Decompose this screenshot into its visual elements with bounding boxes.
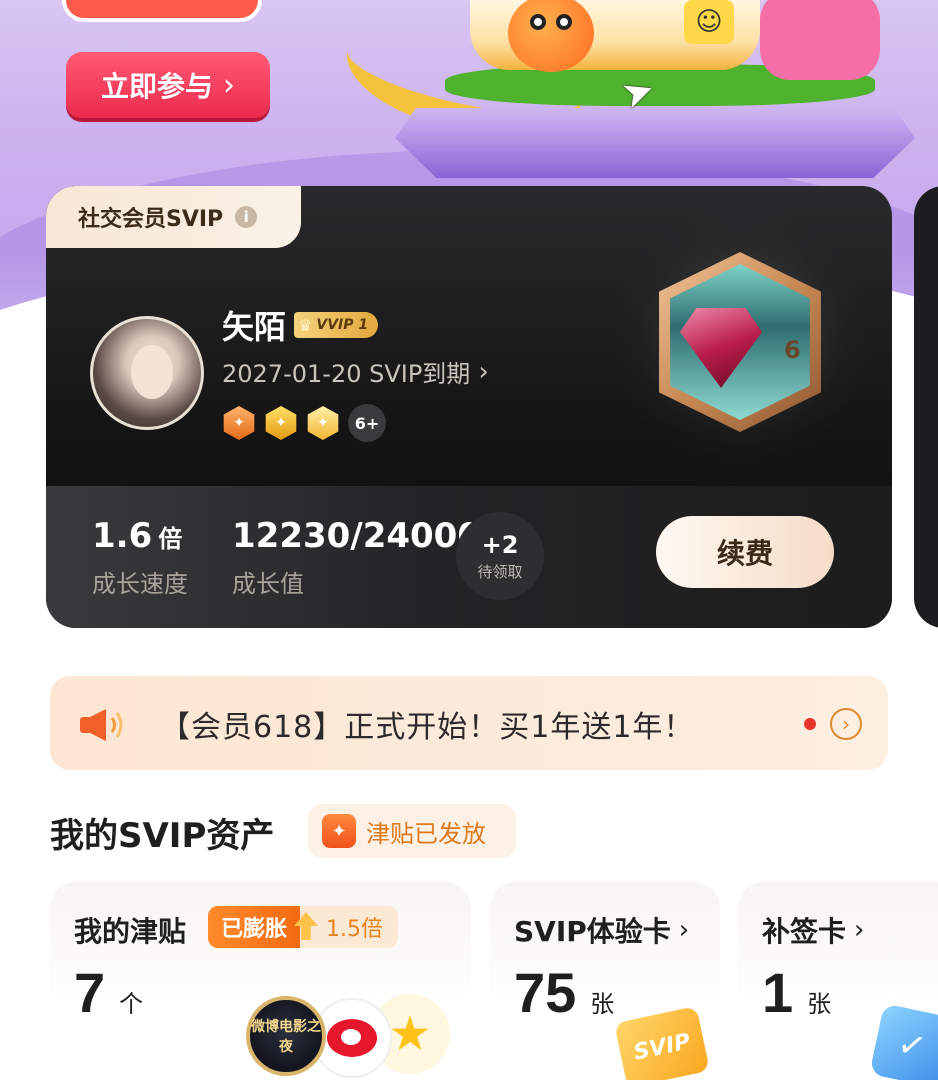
movie-night-token-icon: 微博电影之夜 [246, 996, 326, 1076]
vip-level-badge[interactable]: ♛ VVIP 1 [294, 312, 379, 338]
speaker-icon [80, 709, 123, 741]
renew-button[interactable]: 续费 [656, 516, 834, 588]
more-medals-badge[interactable]: 6+ [348, 404, 386, 442]
growth-value: 12230/24000 [232, 516, 481, 556]
notice-text: 【会员618】正式开始！买1年送1年！ [160, 710, 695, 745]
join-now-button[interactable]: 立即参与 › [66, 52, 270, 118]
my-subsidy-title-text: 我的津贴 [74, 915, 187, 948]
next-card-peek[interactable] [914, 186, 938, 628]
notice-bar[interactable]: 【会员618】正式开始！买1年送1年！ › [50, 676, 888, 770]
sparkle-icon: ✦ [322, 814, 356, 848]
subsidy-issued-tag[interactable]: ✦ 津贴已发放 [308, 804, 516, 858]
expire-text: 2027-01-20 SVIP到期 [222, 360, 471, 388]
makeup-sign-title: 补签卡 › [762, 910, 864, 950]
subsidy-issued-label: 津贴已发放 [366, 819, 486, 848]
svip-tab-label: 社交会员SVIP [78, 207, 224, 232]
medal-gold-icon[interactable]: ✦ [265, 406, 297, 440]
svip-trial-card[interactable]: SVIP体验卡 › 75 张 SVIP [490, 882, 720, 1080]
avatar[interactable] [90, 316, 204, 430]
join-now-label: 立即参与 [100, 70, 213, 103]
makeup-sign-title-text: 补签卡 [762, 915, 847, 948]
expire-link[interactable]: 2027-01-20 SVIP到期 › [222, 354, 489, 389]
chevron-right-icon: › [223, 67, 235, 103]
makeup-sign-count: 1 张 [762, 960, 831, 1025]
makeup-sign-count-unit: 张 [807, 990, 832, 1018]
svip-member-card[interactable]: 社交会员SVIP i 矢陌 ♛ VVIP 1 2027-01-20 SVIP到期… [46, 186, 892, 628]
gem-level: 6 [784, 336, 801, 364]
subsidy-count-value: 7 [74, 961, 106, 1024]
makeup-sign-count-value: 1 [762, 961, 794, 1024]
my-subsidy-card[interactable]: 我的津贴 已膨胀 1.5倍 7 个 微博电影之夜 ★ [50, 882, 471, 1080]
pending-label: 待领取 [477, 562, 523, 581]
smiley-icon: ☺ [684, 0, 734, 44]
diamond-icon [680, 308, 762, 388]
growth-value-label: 成长值 [232, 570, 304, 598]
pending-claim-button[interactable]: +2 待领取 [456, 512, 544, 600]
banner-title-graphic [62, 0, 262, 22]
svip-trial-count-unit: 张 [590, 990, 615, 1018]
svip-tab[interactable]: 社交会员SVIP i [46, 186, 301, 248]
svip-trial-count: 75 张 [514, 960, 614, 1025]
medal-row[interactable]: ✦ ✦ ✦ 6+ [222, 404, 386, 442]
unread-dot [804, 718, 816, 730]
pink-mascot-icon [760, 0, 880, 80]
vip-level-label: VVIP 1 [316, 317, 369, 333]
chevron-right-icon: › [854, 915, 865, 945]
pending-value: +2 [481, 530, 519, 559]
gem-inner: 6 [670, 264, 810, 420]
makeup-sign-card[interactable]: 补签卡 › 1 张 ✓ [738, 882, 938, 1080]
crown-icon: ♛ [298, 315, 313, 335]
expanded-label: 已膨胀 [208, 906, 300, 948]
subsidy-count: 7 个 [74, 960, 143, 1025]
svip-trial-title-text: SVIP体验卡 [514, 915, 671, 948]
expanded-tag: 已膨胀 1.5倍 [208, 906, 398, 948]
chevron-right-circle-icon[interactable]: › [830, 708, 862, 740]
growth-speed-label: 成长速度 [92, 570, 188, 598]
subsidy-count-unit: 个 [119, 990, 144, 1018]
username: 矢陌 [222, 308, 287, 346]
svip-ticket-icon: SVIP [614, 1005, 710, 1080]
info-icon[interactable]: i [235, 206, 258, 228]
checkmark-card-icon: ✓ [869, 1003, 938, 1080]
chevron-right-icon: › [678, 915, 690, 945]
avatar-face [131, 345, 173, 399]
growth-value-stat[interactable]: 12230/24000 成长值 [232, 516, 481, 599]
assets-section-title: 我的SVIP资产 [50, 816, 275, 856]
my-subsidy-title: 我的津贴 [74, 910, 186, 950]
svip-trial-title: SVIP体验卡 › [514, 910, 689, 950]
medal-orange-icon[interactable]: ✦ [223, 406, 255, 440]
growth-speed-value: 1.6 [92, 516, 153, 556]
multiplier-label: 1.5倍 [326, 917, 383, 942]
username-row: 矢陌 ♛ VVIP 1 [222, 302, 379, 348]
chevron-right-icon: › [478, 356, 489, 387]
svip-trial-count-value: 75 [514, 961, 577, 1024]
growth-speed-stat: 1.6 倍 成长速度 [92, 516, 188, 599]
medal-yellow-icon[interactable]: ✦ [307, 406, 339, 440]
growth-speed-unit: 倍 [158, 525, 183, 553]
weibo-logo-icon [327, 1019, 377, 1057]
